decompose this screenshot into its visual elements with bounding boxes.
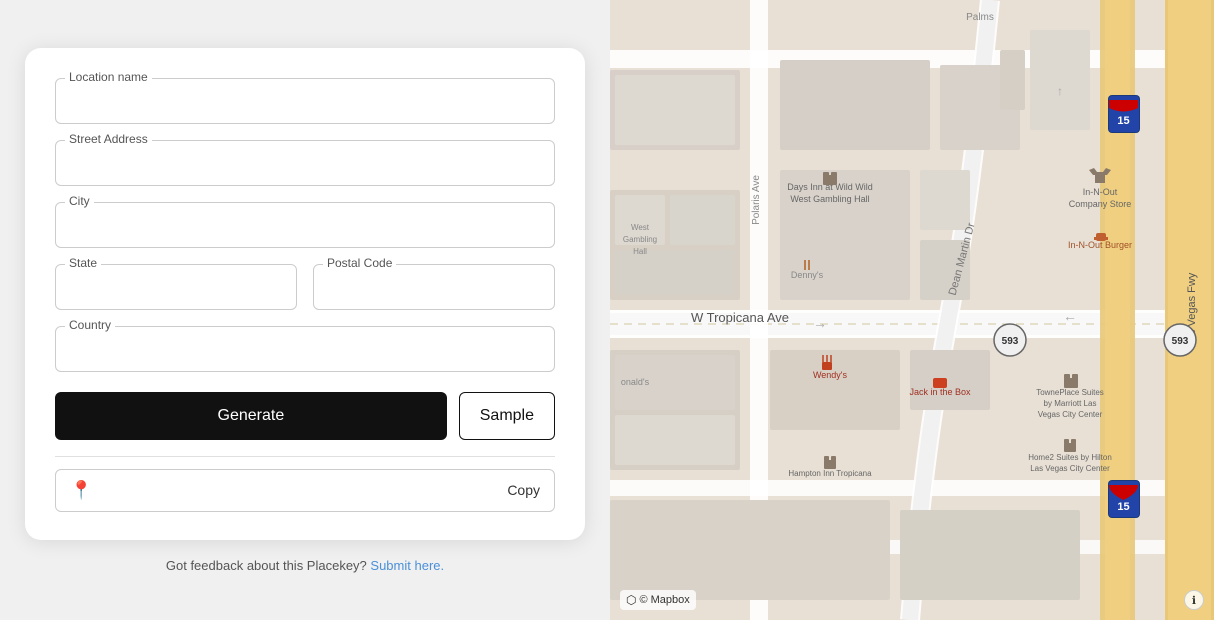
svg-text:←: ←	[1063, 308, 1077, 324]
svg-text:In-N-Out Burger: In-N-Out Burger	[1068, 240, 1132, 250]
svg-text:Wendy's: Wendy's	[813, 370, 848, 380]
svg-text:593: 593	[1172, 336, 1189, 347]
country-group: Country	[55, 326, 555, 372]
svg-text:West: West	[631, 223, 650, 232]
city-group: City	[55, 202, 555, 248]
svg-text:593: 593	[1002, 336, 1019, 347]
mapbox-label: © Mapbox	[639, 594, 689, 606]
postal-code-label: Postal Code	[323, 256, 396, 270]
svg-text:Company Store: Company Store	[1069, 199, 1132, 209]
svg-text:Denny's: Denny's	[791, 270, 824, 280]
street-address-input[interactable]	[55, 140, 555, 186]
svg-text:Polaris Ave: Polaris Ave	[751, 175, 762, 225]
map-info-button[interactable]: ℹ	[1184, 590, 1204, 610]
form-card: Location name Street Address City State …	[25, 48, 585, 540]
svg-text:→: →	[813, 315, 827, 331]
state-group: State	[55, 264, 297, 310]
svg-text:Las Vegas City Center: Las Vegas City Center	[1030, 464, 1110, 473]
svg-text:onald's: onald's	[621, 377, 650, 387]
svg-text:Home2 Suites by Hilton: Home2 Suites by Hilton	[1028, 453, 1112, 462]
svg-text:Hall: Hall	[633, 247, 647, 256]
postal-code-input[interactable]	[313, 264, 555, 310]
button-row: Generate Sample	[55, 392, 555, 440]
placekey-output: 📍 Copy	[55, 469, 555, 512]
svg-text:Palms: Palms	[966, 12, 994, 23]
svg-text:15: 15	[1117, 501, 1129, 513]
sample-button[interactable]: Sample	[459, 392, 555, 440]
pin-icon: 📍	[70, 480, 92, 501]
mapbox-logo: ⬡ © Mapbox	[620, 590, 696, 610]
street-address-label: Street Address	[65, 132, 152, 146]
feedback-link[interactable]: Submit here.	[370, 558, 444, 573]
location-name-input[interactable]	[55, 78, 555, 124]
svg-text:Hampton Inn Tropicana: Hampton Inn Tropicana	[788, 469, 872, 478]
svg-text:Jack in the Box: Jack in the Box	[909, 387, 971, 397]
mapbox-icon: ⬡	[626, 593, 636, 607]
feedback-text: Got feedback about this Placekey?	[166, 558, 367, 573]
location-name-label: Location name	[65, 70, 152, 84]
city-label: City	[65, 194, 94, 208]
svg-text:TownePlace Suites: TownePlace Suites	[1036, 388, 1104, 397]
map-panel: 15 15 Las Vegas Fwy 593 593 W Tropicana …	[610, 0, 1214, 620]
state-input[interactable]	[55, 264, 297, 310]
svg-text:Vegas City Center: Vegas City Center	[1038, 410, 1103, 419]
generate-button[interactable]: Generate	[55, 392, 447, 440]
country-input[interactable]	[55, 326, 555, 372]
divider	[55, 456, 555, 457]
svg-text:↑: ↑	[1057, 84, 1063, 98]
state-label: State	[65, 256, 101, 270]
feedback-bar: Got feedback about this Placekey? Submit…	[166, 558, 444, 573]
svg-text:15: 15	[1117, 115, 1129, 127]
country-label: Country	[65, 318, 115, 332]
street-address-group: Street Address	[55, 140, 555, 186]
city-input[interactable]	[55, 202, 555, 248]
map-svg: 15 15 Las Vegas Fwy 593 593 W Tropicana …	[610, 0, 1214, 620]
location-name-group: Location name	[55, 78, 555, 124]
postal-code-group: Postal Code	[313, 264, 555, 310]
svg-text:by Marriott Las: by Marriott Las	[1044, 399, 1097, 408]
svg-text:W Tropicana Ave: W Tropicana Ave	[691, 310, 789, 325]
left-panel: Location name Street Address City State …	[0, 0, 610, 620]
state-postal-row: State Postal Code	[55, 264, 555, 310]
info-icon: ℹ	[1192, 594, 1196, 607]
svg-text:Gambling: Gambling	[623, 235, 657, 244]
svg-text:In-N-Out: In-N-Out	[1083, 187, 1118, 197]
svg-text:West Gambling Hall: West Gambling Hall	[790, 194, 869, 204]
copy-button[interactable]: Copy	[507, 482, 540, 498]
